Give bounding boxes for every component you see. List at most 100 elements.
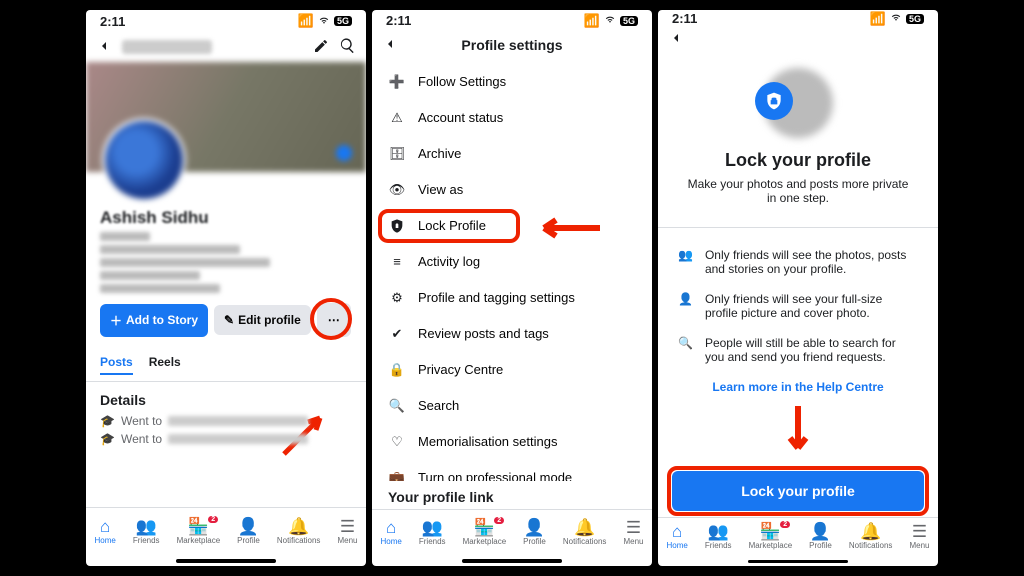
blurred-text	[168, 434, 308, 444]
edit-profile-button[interactable]: ✎ Edit profile	[214, 305, 311, 335]
top-bar	[86, 32, 366, 62]
learn-more-link[interactable]: Learn more in the Help Centre	[658, 372, 938, 402]
nav-marketplace[interactable]: 2🏪Marketplace	[177, 518, 221, 545]
nav-home[interactable]: ⌂Home	[667, 523, 688, 550]
nav-home[interactable]: ⌂Home	[95, 518, 116, 545]
profile-avatar[interactable]	[102, 118, 186, 202]
lock-profile-button[interactable]: Lock your profile	[672, 471, 924, 511]
signal-icon: 📶	[870, 11, 886, 27]
nav-label: Profile	[523, 537, 546, 546]
bell-icon: 🔔	[860, 523, 881, 540]
item-view-as[interactable]: 👁View as	[372, 172, 652, 208]
nav-menu[interactable]: ☰Menu	[909, 523, 929, 550]
home-indicator	[462, 559, 562, 563]
nav-notifications[interactable]: 🔔Notifications	[277, 518, 321, 545]
lock-hero-icon	[763, 68, 833, 138]
friends-icon: 👥	[136, 518, 157, 535]
status-bar: 2:11 📶 5G	[658, 10, 938, 28]
home-indicator	[748, 560, 848, 563]
point-text: Only friends will see your full-size pro…	[705, 292, 918, 320]
status-right: 📶 5G	[870, 11, 924, 27]
item-privacy-centre[interactable]: 🔒Privacy Centre	[372, 352, 652, 388]
item-memorialisation[interactable]: ♡Memorialisation settings	[372, 424, 652, 460]
nav-menu[interactable]: ☰Menu	[623, 519, 643, 546]
divider	[658, 227, 938, 228]
marketplace-icon: 🏪	[760, 523, 781, 540]
screen-profile: 2:11 📶 5G Ashish Sidhu ＋ Add to Story	[86, 10, 366, 566]
item-account-status[interactable]: ⚠Account status	[372, 100, 652, 136]
nav-marketplace[interactable]: 2🏪Marketplace	[463, 519, 507, 546]
item-label: Privacy Centre	[418, 362, 503, 377]
item-review-posts[interactable]: ✔ Review posts and tags	[372, 316, 652, 352]
nav-notifications[interactable]: 🔔Notifications	[849, 523, 893, 550]
tab-posts[interactable]: Posts	[100, 355, 133, 375]
notification-badge: 2	[494, 517, 504, 524]
nav-profile[interactable]: 👤Profile	[237, 518, 260, 545]
status-bar: 2:11 📶 5G	[372, 10, 652, 31]
top-bar	[658, 28, 938, 52]
lock-heading: Lock your profile	[686, 150, 910, 171]
item-archive[interactable]: 🗄Archive	[372, 136, 652, 172]
status-right: 📶 5G	[298, 13, 352, 29]
cover-photo[interactable]	[86, 62, 366, 172]
nav-label: Profile	[809, 541, 832, 550]
pencil-icon: ✎	[224, 313, 234, 327]
back-icon[interactable]	[668, 30, 684, 49]
item-label: View as	[418, 182, 463, 197]
nav-home[interactable]: ⌂Home	[381, 519, 402, 546]
item-search[interactable]: 🔍Search	[372, 388, 652, 424]
search-icon: 🔍	[678, 336, 693, 364]
item-follow-settings[interactable]: ➕Follow Settings	[372, 64, 652, 100]
nav-label: Friends	[705, 541, 732, 550]
lock-subtext: Make your photos and posts more private …	[686, 177, 910, 205]
bell-icon: 🔔	[288, 518, 309, 535]
education-icon: 🎓	[100, 432, 115, 446]
nav-friends[interactable]: 👥Friends	[133, 518, 160, 545]
item-label: Activity log	[418, 254, 480, 269]
item-profile-tagging[interactable]: ⚙Profile and tagging settings	[372, 280, 652, 316]
item-label: Review posts and tags	[418, 326, 549, 341]
signal-icon: 📶	[584, 13, 600, 29]
notification-badge: 2	[780, 521, 790, 528]
bio-blurred	[100, 232, 352, 293]
back-icon[interactable]	[96, 38, 112, 57]
item-label: Account status	[418, 110, 503, 125]
nav-label: Marketplace	[177, 536, 221, 545]
tab-reels[interactable]: Reels	[149, 355, 181, 375]
nav-label: Home	[95, 536, 116, 545]
nav-label: Menu	[623, 537, 643, 546]
nav-friends[interactable]: 👥Friends	[705, 523, 732, 550]
went-to-label: Went to	[121, 414, 162, 428]
profile-icon: 👤	[524, 519, 545, 536]
nav-notifications[interactable]: 🔔Notifications	[563, 519, 607, 546]
review-icon: ✔	[388, 325, 406, 343]
item-label: Memorialisation settings	[418, 434, 557, 449]
item-activity-log[interactable]: ≡Activity log	[372, 244, 652, 280]
status-time: 2:11	[386, 13, 411, 28]
nav-friends[interactable]: 👥Friends	[419, 519, 446, 546]
point-1: 👥Only friends will see the photos, posts…	[678, 240, 918, 284]
profile-tabs: Posts Reels	[86, 345, 366, 382]
lock-profile-row: Lock Profile	[372, 208, 652, 244]
status-time: 2:11	[672, 11, 697, 26]
menu-icon: ☰	[340, 518, 355, 535]
item-label: Search	[418, 398, 459, 413]
annotation-arrow-icon	[658, 402, 938, 461]
education-icon: 🎓	[100, 414, 115, 428]
edit-icon[interactable]	[313, 38, 329, 57]
nav-label: Notifications	[849, 541, 893, 550]
nav-label: Marketplace	[463, 537, 507, 546]
nav-marketplace[interactable]: 2🏪Marketplace	[749, 523, 793, 550]
status-bar: 2:11 📶 5G	[86, 10, 366, 32]
nav-profile[interactable]: 👤Profile	[809, 523, 832, 550]
item-professional-mode[interactable]: 💼Turn on professional mode	[372, 460, 652, 481]
profile-actions: ＋ Add to Story ✎ Edit profile ⋯	[100, 303, 352, 337]
nav-menu[interactable]: ☰Menu	[337, 518, 357, 545]
back-icon[interactable]	[382, 36, 398, 55]
nav-label: Home	[381, 537, 402, 546]
search-icon[interactable]	[339, 37, 356, 57]
add-to-story-button[interactable]: ＋ Add to Story	[100, 304, 208, 337]
net-label: 5G	[334, 16, 352, 26]
nav-profile[interactable]: 👤Profile	[523, 519, 546, 546]
item-label: Profile and tagging settings	[418, 290, 575, 305]
